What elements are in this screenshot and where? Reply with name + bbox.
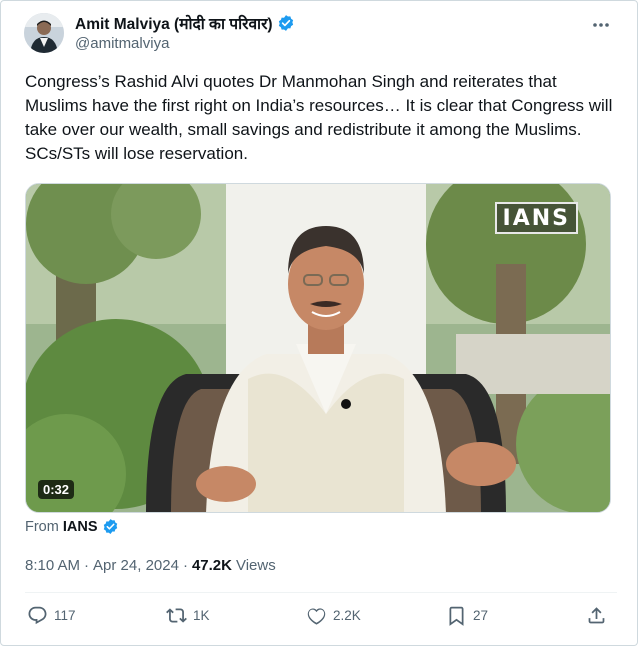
tweet-text: Congress’s Rashid Alvi quotes Dr Manmoha…: [25, 72, 613, 163]
source-attribution: From IANS: [25, 518, 120, 536]
meta-separator: ·: [182, 557, 188, 574]
reply-button[interactable]: 117: [27, 605, 76, 626]
source-prefix: From: [25, 519, 59, 535]
share-button[interactable]: [586, 605, 607, 626]
retweet-count: 1K: [193, 608, 210, 623]
divider: [25, 592, 617, 593]
verified-badge-icon: [277, 14, 295, 32]
like-button[interactable]: 2.2K: [306, 605, 361, 626]
views-label: Views: [235, 557, 276, 574]
heart-icon: [307, 608, 326, 625]
author-name-row[interactable]: Amit Malviya (मोदी का परिवार): [75, 12, 295, 34]
source-name[interactable]: IANS: [63, 519, 98, 535]
reply-count: 117: [54, 608, 76, 623]
tweet-meta: 8:10 AM · Apr 24, 2024 · 47.2K Views: [25, 557, 276, 574]
tweet-time[interactable]: 8:10 AM: [25, 557, 80, 574]
views-count: 47.2K: [191, 557, 232, 574]
avatar[interactable]: [24, 13, 64, 53]
reply-icon: [28, 606, 47, 625]
media-watermark: IANS: [494, 202, 578, 234]
action-bar: 117 1K 2.2K 27: [1, 605, 639, 633]
share-icon: [588, 607, 605, 624]
tweet-card: Amit Malviya (मोदी का परिवार) @amitmalvi…: [0, 0, 638, 646]
meta-separator: ·: [84, 557, 90, 574]
bookmark-icon: [449, 606, 464, 626]
bookmark-button[interactable]: 27: [446, 605, 488, 626]
tweet-date[interactable]: Apr 24, 2024: [93, 557, 179, 574]
author-name[interactable]: Amit Malviya (मोदी का परिवार): [75, 12, 273, 34]
retweet-button[interactable]: 1K: [166, 605, 210, 626]
video-player[interactable]: IANS 0:32: [25, 183, 611, 513]
verified-badge-icon: [102, 518, 120, 536]
bookmark-count: 27: [473, 608, 489, 623]
ellipsis-icon[interactable]: [590, 15, 612, 35]
like-count: 2.2K: [333, 608, 361, 623]
video-duration: 0:32: [38, 480, 75, 499]
author-handle[interactable]: @amitmalviya: [75, 35, 169, 52]
retweet-icon: [166, 608, 187, 623]
